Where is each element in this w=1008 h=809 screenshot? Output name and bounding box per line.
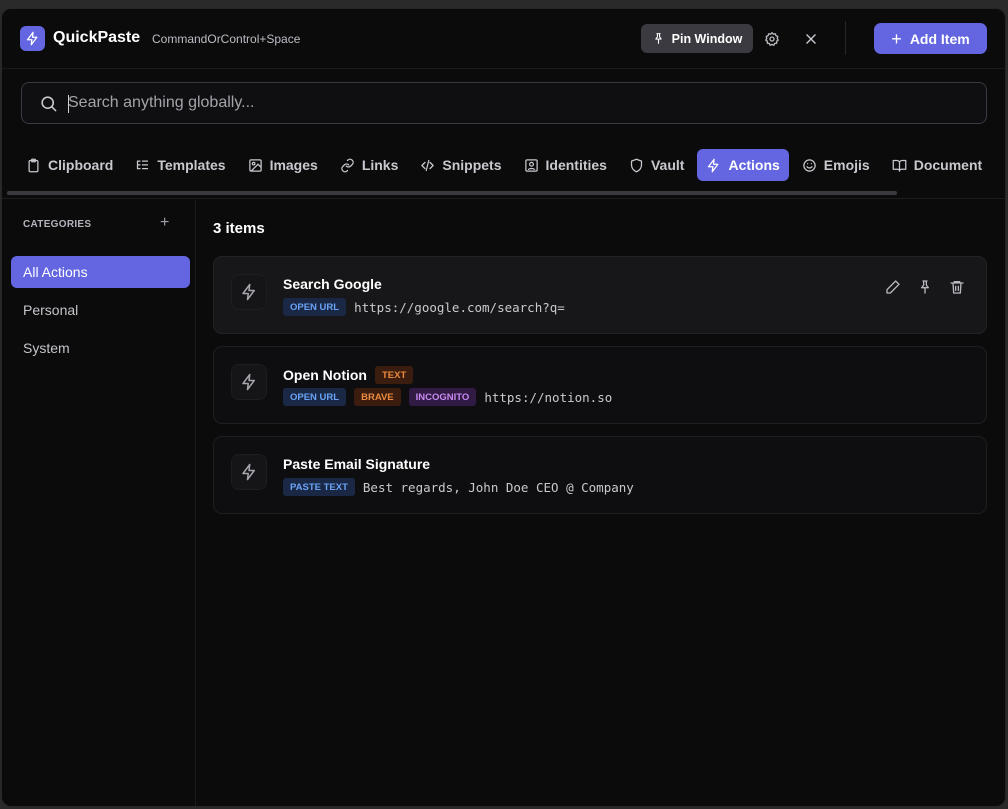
type-badge: OPEN URL [283, 388, 347, 406]
shortcut-label: CommandOrControl+Space [152, 32, 301, 46]
bolt-icon [26, 31, 38, 46]
app-title: QuickPaste [53, 29, 141, 46]
trash-icon [950, 281, 964, 294]
tab-label: Document [913, 157, 983, 173]
close-icon [806, 34, 816, 44]
action-title-row: Search Google [283, 276, 382, 292]
pin-button[interactable] [916, 278, 934, 296]
tab-images[interactable]: Images [239, 149, 327, 181]
tab-bar: Clipboard Templates Images Links Snippet… [2, 137, 1005, 199]
close-button[interactable] [799, 27, 823, 51]
pin-icon [921, 280, 929, 294]
tab-actions[interactable]: Actions [697, 149, 789, 181]
action-title-row: Open Notion TEXT [283, 366, 414, 384]
type-badge: OPEN URL [283, 298, 347, 316]
gear-icon [765, 31, 779, 46]
link-icon [341, 158, 354, 172]
action-card[interactable]: Open Notion TEXT OPEN URL BRAVE INCOGNIT… [213, 346, 987, 424]
tab-label: Images [269, 157, 318, 173]
action-title: Search Google [283, 276, 382, 292]
category-personal[interactable]: Personal [11, 294, 190, 326]
tab-label: Emojis [823, 157, 870, 173]
id-card-icon [524, 158, 538, 172]
search-icon [41, 96, 57, 112]
add-item-label: Add Item [909, 30, 970, 47]
action-meta: OPEN URL https://google.com/search?q= [283, 298, 565, 316]
tab-label: Snippets [442, 157, 502, 173]
action-card[interactable]: Search Google OPEN URL https://google.co… [213, 256, 987, 334]
action-meta: PASTE TEXT Best regards, John Doe CEO @ … [283, 478, 634, 496]
search-input[interactable] [68, 83, 968, 123]
tab-links[interactable]: Links [331, 149, 408, 181]
add-item-button[interactable]: + Add Item [874, 23, 987, 54]
tab-templates[interactable]: Templates [126, 149, 234, 181]
bolt-icon [708, 158, 719, 172]
category-all-actions[interactable]: All Actions [11, 256, 190, 288]
add-category-button[interactable]: + [160, 214, 169, 232]
action-meta: OPEN URL BRAVE INCOGNITO https://notion.… [283, 388, 612, 406]
tab-label: Clipboard [48, 157, 114, 173]
action-icon-box [231, 364, 267, 400]
bolt-icon [242, 283, 255, 301]
browser-badge: BRAVE [354, 388, 401, 406]
tab-label: Vault [650, 157, 685, 173]
image-icon [248, 158, 262, 172]
text-caret [68, 95, 69, 113]
tab-document[interactable]: Document [883, 149, 991, 181]
clipboard-icon [28, 158, 39, 172]
tab-clipboard[interactable]: Clipboard [17, 149, 122, 181]
tab-label: Templates [157, 157, 226, 173]
title-badge: TEXT [375, 366, 414, 384]
settings-button[interactable] [760, 27, 784, 51]
book-icon [892, 159, 907, 172]
plus-icon: + [891, 28, 902, 49]
tab-label: Identities [545, 157, 607, 173]
action-title: Paste Email Signature [283, 456, 431, 472]
action-value: https://google.com/search?q= [354, 299, 565, 315]
action-value: https://notion.so [484, 389, 613, 405]
action-card[interactable]: Paste Email Signature PASTE TEXT Best re… [213, 436, 987, 514]
app-window: QuickPaste CommandOrControl+Space Pin Wi… [1, 8, 1006, 807]
category-system[interactable]: System [11, 332, 190, 364]
tab-vault[interactable]: Vault [620, 149, 693, 181]
bolt-icon [242, 373, 255, 391]
category-sidebar: CATEGORIES + All Actions Personal System [2, 200, 196, 806]
code-icon [421, 159, 435, 171]
pin-window-label: Pin Window [671, 31, 743, 46]
tab-label: Links [361, 157, 399, 173]
action-title-row: Paste Email Signature [283, 456, 430, 472]
edit-button[interactable] [884, 278, 902, 296]
item-count: 3 items [213, 220, 265, 237]
card-actions [884, 278, 966, 296]
action-title: Open Notion [283, 367, 367, 383]
search-bar [21, 82, 987, 124]
tab-scrollbar[interactable] [7, 191, 897, 195]
list-tree-icon [137, 160, 149, 169]
action-icon-box [231, 454, 267, 490]
tab-snippets[interactable]: Snippets [411, 149, 510, 181]
tab-emojis[interactable]: Emojis [793, 149, 879, 181]
action-icon-box [231, 274, 267, 310]
smile-icon [803, 158, 816, 172]
shield-icon [630, 158, 643, 172]
categories-heading: CATEGORIES [23, 219, 92, 230]
tab-label: Actions [728, 157, 780, 173]
action-value: Best regards, John Doe CEO @ Company [362, 479, 634, 495]
type-badge: PASTE TEXT [283, 478, 355, 496]
delete-button[interactable] [948, 278, 966, 296]
header-divider [845, 21, 846, 55]
tab-identities[interactable]: Identities [515, 149, 616, 181]
pin-window-button[interactable]: Pin Window [641, 24, 753, 53]
pin-icon [654, 33, 662, 44]
app-logo [20, 26, 45, 51]
bolt-icon [242, 463, 255, 481]
incognito-badge: INCOGNITO [408, 388, 477, 406]
title-bar: QuickPaste CommandOrControl+Space Pin Wi… [2, 9, 1005, 69]
pencil-icon [886, 280, 900, 294]
